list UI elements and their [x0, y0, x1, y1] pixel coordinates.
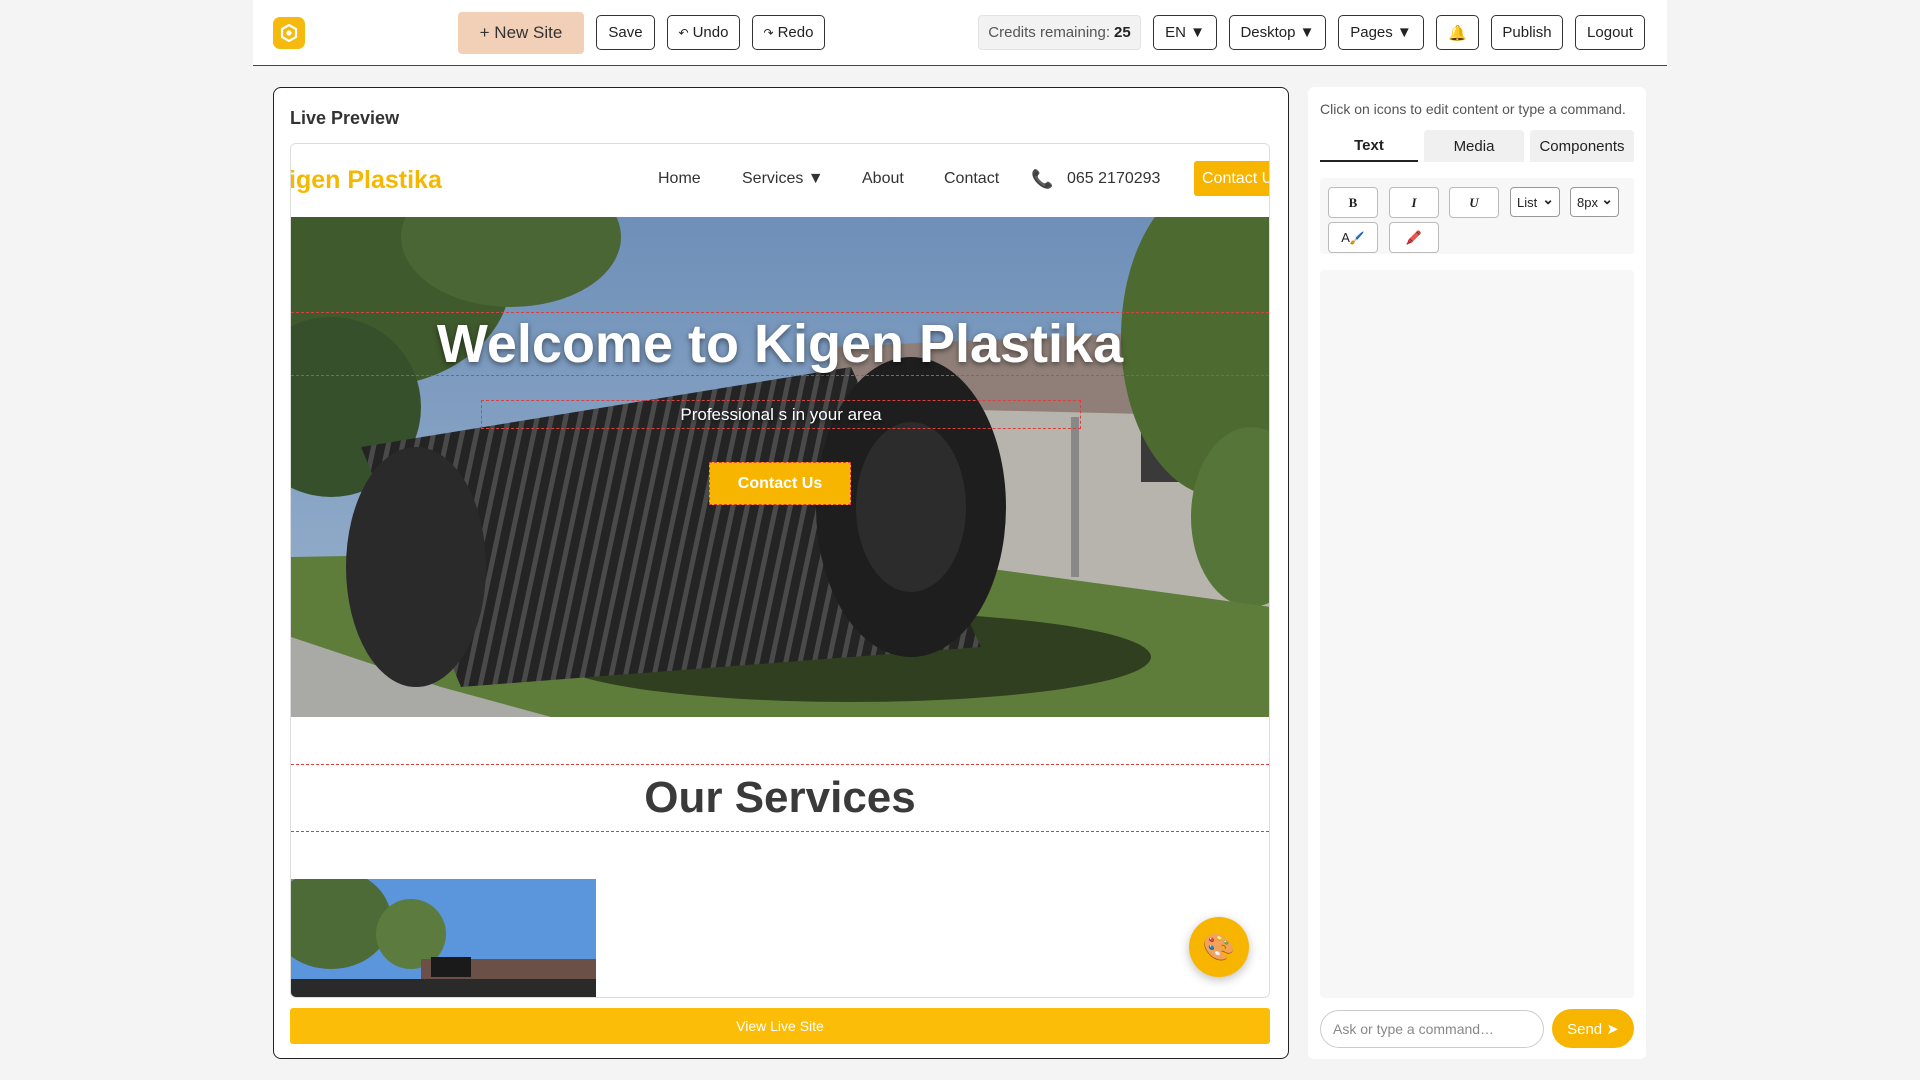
undo-button[interactable]: ↶ Undo [667, 15, 740, 50]
publish-button[interactable]: Publish [1491, 15, 1563, 50]
site-preview-frame: igen Plastika Home Services ▼ About Cont… [290, 143, 1270, 998]
redo-label: Redo [777, 24, 814, 41]
hexagon-logo-icon[interactable] [273, 17, 305, 49]
palette-icon[interactable]: 🎨 [1189, 917, 1249, 977]
service-image [291, 879, 596, 997]
device-dropdown[interactable]: Desktop ▼ [1229, 15, 1326, 50]
credits-value: 25 [1114, 24, 1131, 41]
live-preview-title: Live Preview [290, 108, 400, 128]
top-bar: + New Site Save ↶ Undo ↷ Redo Credits re… [253, 0, 1667, 66]
language-dropdown[interactable]: EN ▼ [1153, 15, 1217, 50]
undo-icon: ↶ [678, 25, 689, 40]
save-button[interactable]: Save [596, 15, 655, 50]
new-site-button[interactable]: + New Site [458, 12, 584, 54]
tab-components[interactable]: Components [1530, 130, 1634, 162]
editor-tabs: Text Media Components [1320, 130, 1634, 164]
nav-link-services[interactable]: Services ▼ [742, 170, 824, 188]
services-heading[interactable]: Our Services [291, 764, 1269, 832]
credits-display: Credits remaining: 25 [978, 15, 1141, 50]
font-size-select[interactable]: 8px [1570, 187, 1619, 217]
italic-button[interactable]: I [1389, 187, 1439, 218]
nav-link-about[interactable]: About [862, 170, 904, 188]
live-preview-panel: Live Preview igen Plastika Home Services… [273, 87, 1289, 1059]
pages-dropdown[interactable]: Pages ▼ [1338, 15, 1424, 50]
editor-content-area [1320, 270, 1634, 998]
logout-button[interactable]: Logout [1575, 15, 1645, 50]
bold-button[interactable]: B [1328, 187, 1378, 218]
list-select[interactable]: List [1510, 187, 1560, 217]
nav-link-home[interactable]: Home [658, 170, 701, 188]
tab-media[interactable]: Media [1424, 130, 1524, 162]
nav-link-contact[interactable]: Contact [944, 170, 999, 188]
credits-label: Credits remaining: [988, 24, 1111, 41]
hero-title[interactable]: Welcome to Kigen Plastika [291, 312, 1269, 376]
hero-section: Welcome to Kigen Plastika Professional s… [291, 217, 1269, 717]
hero-contact-button[interactable]: Contact Us [709, 462, 851, 505]
nav-contact-button[interactable]: Contact Us [1194, 161, 1269, 196]
editor-hint: Click on icons to edit content or type a… [1320, 101, 1626, 117]
hero-subtitle[interactable]: Professional s in your area [481, 400, 1081, 429]
view-live-site-button[interactable]: View Live Site [290, 1008, 1270, 1044]
text-format-toolbar: B I U List 8px A 🖌️ 🖍️ [1320, 178, 1634, 254]
redo-button[interactable]: ↷ Redo [752, 15, 825, 50]
underline-button[interactable]: U [1449, 187, 1499, 218]
phone-icon: 📞 [1031, 169, 1054, 189]
site-brand[interactable]: igen Plastika [291, 166, 442, 195]
paintbrush-icon: 🖌️ [1349, 230, 1365, 245]
notification-bell-icon[interactable]: 🔔 [1436, 15, 1479, 50]
editor-side-panel: Click on icons to edit content or type a… [1308, 87, 1646, 1059]
service-card-image[interactable] [291, 879, 596, 997]
redo-icon: ↷ [763, 25, 774, 40]
tab-text[interactable]: Text [1320, 130, 1418, 162]
text-color-button[interactable]: A 🖌️ [1328, 222, 1378, 253]
text-color-label: A [1341, 230, 1350, 245]
undo-label: Undo [692, 24, 729, 41]
send-button[interactable]: Send ➤ [1552, 1009, 1634, 1048]
nav-phone-number[interactable]: 065 2170293 [1067, 170, 1160, 188]
site-navbar: igen Plastika Home Services ▼ About Cont… [291, 144, 1269, 217]
highlighter-icon[interactable]: 🖍️ [1389, 222, 1439, 253]
command-input[interactable] [1320, 1010, 1544, 1048]
